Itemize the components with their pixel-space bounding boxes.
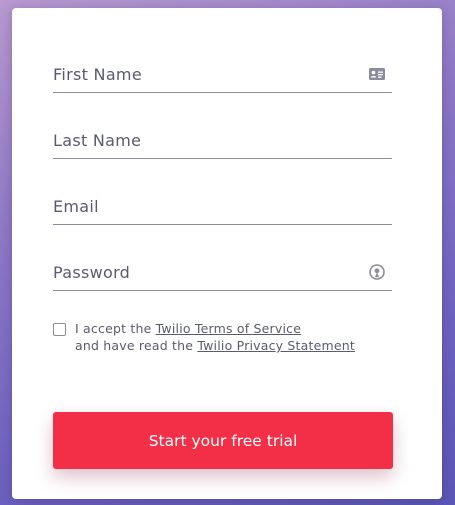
terms-of-service-link[interactable]: Twilio Terms of Service	[156, 321, 301, 336]
last-name-input[interactable]	[53, 124, 353, 156]
first-name-input[interactable]	[53, 58, 353, 90]
password-reveal-icon[interactable]	[368, 263, 386, 281]
terms-middle: and have read the	[75, 338, 198, 353]
last-name-field	[53, 124, 392, 159]
password-input[interactable]	[53, 256, 353, 288]
email-field	[53, 190, 392, 225]
terms-text: I accept the Twilio Terms of Service and…	[75, 320, 355, 354]
password-field	[53, 256, 392, 291]
contact-card-icon[interactable]	[368, 65, 386, 83]
privacy-statement-link[interactable]: Twilio Privacy Statement	[197, 338, 355, 353]
terms-checkbox[interactable]	[53, 323, 66, 336]
signup-card: I accept the Twilio Terms of Service and…	[12, 8, 442, 499]
email-input[interactable]	[53, 190, 353, 222]
terms-consent: I accept the Twilio Terms of Service and…	[53, 320, 393, 360]
terms-prefix: I accept the	[75, 321, 156, 336]
first-name-field	[53, 58, 392, 93]
start-free-trial-button[interactable]: Start your free trial	[53, 412, 393, 469]
